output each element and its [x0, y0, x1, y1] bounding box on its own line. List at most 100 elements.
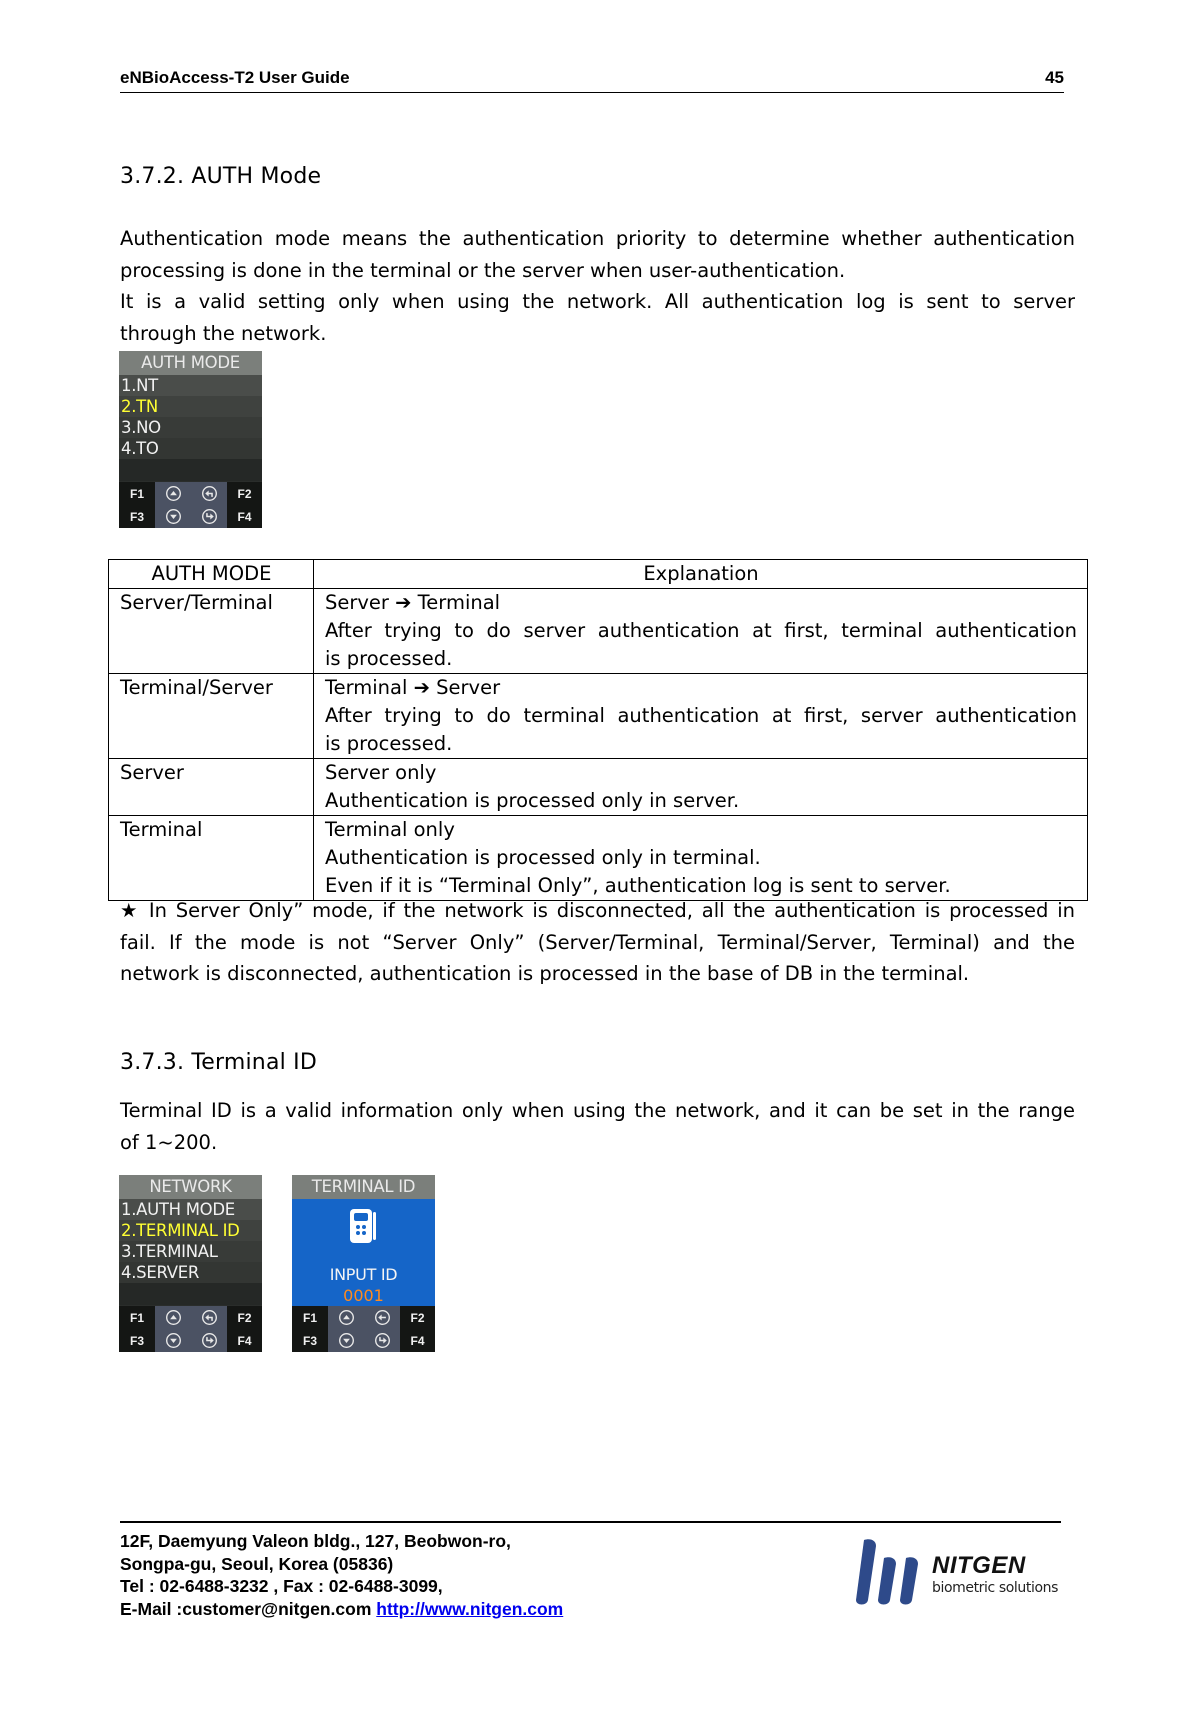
- menu-item[interactable]: 1.AUTH MODE: [119, 1199, 262, 1220]
- footer-contact: 12F, Daemyung Valeon bldg., 127, Beobwon…: [120, 1530, 563, 1620]
- back-key[interactable]: [191, 1306, 227, 1329]
- enter-icon: [201, 509, 217, 524]
- f2-key[interactable]: F2: [227, 482, 262, 505]
- header-divider: [120, 92, 1064, 93]
- explanation-line: Authentication is processed only in serv…: [325, 789, 740, 812]
- auth-mode-table: AUTH MODE Explanation Server/Terminal Se…: [108, 559, 1088, 901]
- menu-item[interactable]: 3.TERMINAL: [119, 1241, 262, 1262]
- down-arrow-key[interactable]: [328, 1329, 364, 1352]
- menu-item-selected[interactable]: 2.TERMINAL ID: [119, 1220, 262, 1241]
- page-number: 45: [1045, 68, 1064, 87]
- phone-fax-line: Tel : 02-6488-3232 , Fax : 02-6488-3099,: [120, 1576, 443, 1596]
- mode-cell: Terminal: [108, 815, 314, 901]
- column-header-auth-mode: AUTH MODE: [108, 559, 314, 589]
- back-key[interactable]: [191, 482, 227, 505]
- input-id-label: INPUT ID: [329, 1265, 398, 1284]
- mode-cell: Server/Terminal: [108, 588, 314, 674]
- left-arrow-key[interactable]: [364, 1306, 400, 1329]
- paragraph-line: Authentication mode means the authentica…: [120, 227, 1075, 250]
- note-line: network is disconnected, authentication …: [120, 962, 970, 985]
- menu-item-selected[interactable]: 2.TN: [119, 396, 262, 417]
- paragraph-line: Terminal ID is a valid information only …: [120, 1099, 1075, 1122]
- terminal-id-paragraph: Terminal ID is a valid information only …: [120, 1095, 1075, 1158]
- device-screen-title: TERMINAL ID: [292, 1175, 435, 1199]
- up-arrow-icon: [338, 1310, 354, 1325]
- explanation-line: After trying to do terminal authenticati…: [325, 704, 1077, 727]
- down-arrow-icon: [338, 1333, 354, 1348]
- function-key-bar: F1 F2 F3 F4: [292, 1306, 435, 1352]
- f1-key[interactable]: F1: [119, 482, 155, 505]
- menu-item[interactable]: 3.NO: [119, 417, 262, 438]
- up-arrow-key[interactable]: [155, 482, 191, 505]
- enter-key[interactable]: [364, 1329, 400, 1352]
- explanation-cell: Terminal ➔ Server After trying to do ter…: [313, 673, 1088, 759]
- paragraph-line: It is a valid setting only when using th…: [120, 290, 1075, 313]
- f2-key[interactable]: F2: [227, 1306, 262, 1329]
- input-id-value[interactable]: 0001: [292, 1286, 435, 1305]
- explanation-line: Server ➔ Terminal: [325, 591, 501, 614]
- terminal-device-icon: [350, 1209, 376, 1243]
- explanation-line: is processed.: [325, 647, 453, 670]
- f4-key[interactable]: F4: [227, 505, 262, 528]
- function-key-bar: F1 F2 F3 F4: [119, 482, 262, 528]
- menu-item[interactable]: 4.SERVER: [119, 1262, 262, 1283]
- website-link[interactable]: http://www.nitgen.com: [376, 1599, 563, 1619]
- input-panel: INPUT ID 0001: [292, 1199, 435, 1306]
- menu-item[interactable]: 1.NT: [119, 375, 262, 396]
- device-screen-title: AUTH MODE: [119, 351, 262, 375]
- network-device-screen: NETWORK 1.AUTH MODE 2.TERMINAL ID 3.TERM…: [119, 1175, 262, 1352]
- f3-key[interactable]: F3: [119, 1329, 155, 1352]
- section-heading-terminal-id: 3.7.3. Terminal ID: [120, 1050, 317, 1075]
- logo-tagline: biometric solutions: [932, 1580, 1059, 1596]
- f1-key[interactable]: F1: [119, 1306, 155, 1329]
- f2-key[interactable]: F2: [400, 1306, 435, 1329]
- f1-key[interactable]: F1: [292, 1306, 328, 1329]
- paragraph-line: processing is done in the terminal or th…: [120, 258, 846, 282]
- down-arrow-icon: [165, 509, 181, 524]
- f4-key[interactable]: F4: [400, 1329, 435, 1352]
- email-text: E-Mail :customer@nitgen.com: [120, 1598, 377, 1619]
- terminal-id-device-screen: TERMINAL ID INPUT ID 0001 F1 F2 F3 F4: [292, 1175, 435, 1352]
- down-arrow-key[interactable]: [155, 1329, 191, 1352]
- mode-cell: Server: [108, 758, 314, 816]
- enter-key[interactable]: [191, 1329, 227, 1352]
- explanation-cell: Terminal only Authentication is processe…: [313, 815, 1088, 901]
- mode-cell: Terminal/Server: [108, 673, 314, 759]
- explanation-line: Server only: [325, 761, 437, 784]
- f3-key[interactable]: F3: [292, 1329, 328, 1352]
- left-arrow-icon: [374, 1310, 390, 1325]
- section-heading-auth-mode: 3.7.2. AUTH Mode: [120, 164, 322, 189]
- paragraph-line: through the network.: [120, 321, 327, 345]
- enter-key[interactable]: [191, 505, 227, 528]
- table-row: Terminal/Server Terminal ➔ Server After …: [108, 673, 1088, 759]
- paragraph-line: of 1~200.: [120, 1130, 218, 1154]
- explanation-line: is processed.: [325, 732, 453, 755]
- table-row: Server Server only Authentication is pro…: [108, 758, 1088, 816]
- address-line: 12F, Daemyung Valeon bldg., 127, Beobwon…: [120, 1531, 511, 1551]
- note-line: fail. If the mode is not “Server Only” (…: [120, 930, 1075, 954]
- up-arrow-icon: [165, 486, 181, 501]
- menu-item[interactable]: 4.TO: [119, 438, 262, 459]
- explanation-cell: Server ➔ Terminal After trying to do ser…: [313, 588, 1088, 674]
- table-row: Terminal Terminal only Authentication is…: [108, 815, 1088, 901]
- explanation-line: Authentication is processed only in term…: [325, 846, 761, 869]
- email-line: E-Mail :customer@nitgen.com http://www.n…: [120, 1598, 563, 1621]
- f3-key[interactable]: F3: [119, 505, 155, 528]
- down-arrow-key[interactable]: [155, 505, 191, 528]
- f4-key[interactable]: F4: [227, 1329, 262, 1352]
- down-arrow-icon: [165, 1333, 181, 1348]
- up-arrow-key[interactable]: [155, 1306, 191, 1329]
- up-arrow-key[interactable]: [328, 1306, 364, 1329]
- table-row: Server/Terminal Server ➔ Terminal After …: [108, 588, 1088, 674]
- auth-mode-paragraph: Authentication mode means the authentica…: [120, 223, 1075, 349]
- back-icon: [201, 486, 217, 501]
- explanation-line: Terminal only: [325, 818, 455, 841]
- column-header-explanation: Explanation: [313, 559, 1088, 589]
- explanation-line: Terminal ➔ Server: [325, 676, 501, 699]
- device-empty-area: [119, 459, 262, 481]
- network-note: ★ In Server Only” mode, if the network i…: [120, 895, 1075, 990]
- up-arrow-icon: [165, 1310, 181, 1325]
- logo-wordmark: NITGEN: [932, 1552, 1026, 1579]
- document-title: eNBioAccess-T2 User Guide: [120, 68, 350, 87]
- nitgen-logo: NITGEN biometric solutions: [850, 1536, 1065, 1612]
